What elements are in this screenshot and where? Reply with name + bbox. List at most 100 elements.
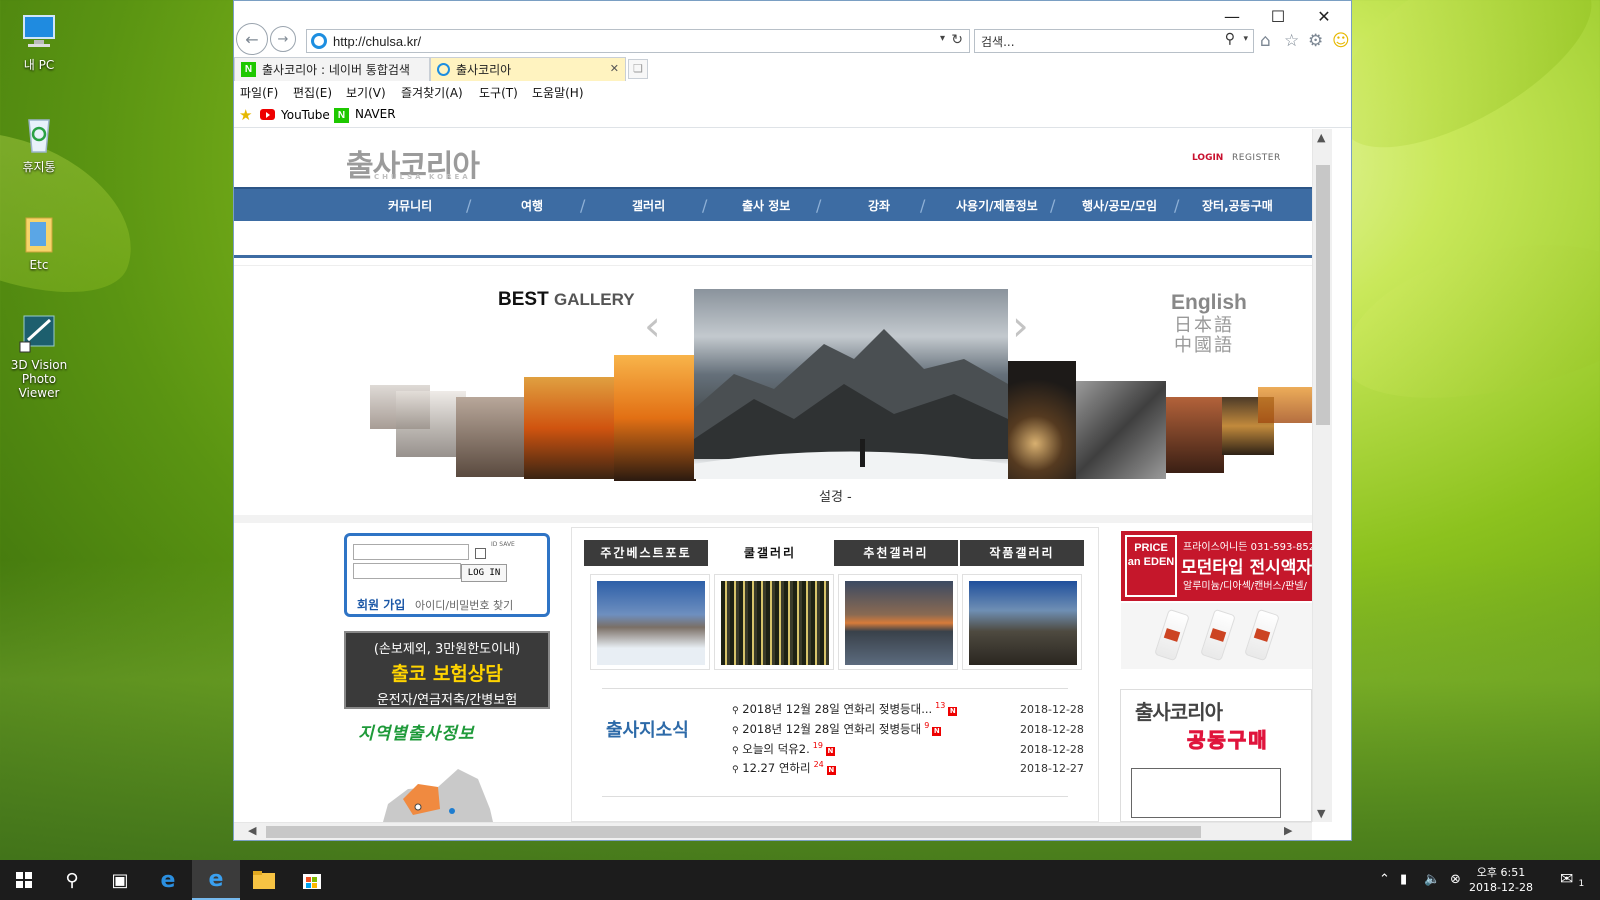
menu-view[interactable]: 보기(V) [346,84,386,101]
news-item[interactable]: ⚲ 2018년 12월 28일 연화리 젖병등대... 13N [732,701,958,717]
minimize-button[interactable]: — [1209,7,1255,31]
insurance-banner[interactable]: (손보제외, 3만원한도이내) 출코 보험상담 운전자/연금저축/간병보험 [344,631,550,709]
address-bar[interactable]: http://chulsa.kr/ ▾ ↻ [306,29,970,53]
register-link[interactable]: REGISTER [1232,153,1281,163]
start-button[interactable] [0,860,48,900]
scroll-up-icon[interactable]: ▲ [1317,131,1325,144]
desktop-icon-3d-vision[interactable]: 3D Vision Photo Viewer [4,312,74,400]
nav-item-travel[interactable]: 여행 [521,197,543,214]
news-section-title[interactable]: 출사지소식 [606,716,689,742]
nav-item-info[interactable]: 출사 정보 [742,197,790,214]
scroll-down-icon[interactable]: ▼ [1317,807,1325,820]
search-icon[interactable]: ⚲ [48,860,96,900]
forward-button[interactable]: → [270,26,296,52]
region-map[interactable] [378,749,498,822]
nav-item-gallery[interactable]: 갤러리 [632,197,665,214]
scroll-right-icon[interactable]: ▶ [1284,824,1292,837]
password-input[interactable] [353,563,461,579]
favorites-star-icon[interactable]: ☆ [1284,31,1299,51]
internet-explorer-icon[interactable]: e [192,860,240,900]
nav-item-community[interactable]: 커뮤니티 [388,197,432,214]
tab-works[interactable]: 작품갤러리 [960,540,1084,566]
task-view-icon[interactable]: ▣ [96,860,144,900]
news-item[interactable]: ⚲ 12.27 연하리 24N [732,760,836,776]
find-account-link[interactable]: 아이디/비밀번호 찾기 [415,597,513,613]
close-button[interactable]: ✕ [1301,7,1347,31]
price-eden-ad[interactable]: PRICE an EDEN 프라이스어니든 031-593-852 모던타입 전… [1121,531,1312,601]
gallery-photo[interactable] [1166,397,1224,473]
group-buy-ad[interactable]: 출사코리아 공동구매 [1120,689,1312,822]
smiley-icon[interactable]: ☺ [1332,31,1350,51]
scroll-thumb[interactable] [266,826,1201,838]
refresh-icon[interactable]: ↻ [951,31,963,48]
scroll-left-icon[interactable]: ◀ [248,824,256,837]
lang-chinese[interactable]: 中國語 [1174,331,1234,357]
search-input[interactable]: 검색... ⚲ ▾ [974,29,1254,53]
join-link[interactable]: 회원 가입 [357,596,405,613]
volume-icon[interactable]: 🔈 [1424,872,1440,887]
tab-chulsa[interactable]: 출사코리아 ✕ [430,57,626,81]
store-icon[interactable] [288,860,336,900]
nav-separator: / [920,196,926,215]
desktop-icon-etc[interactable]: Etc [4,212,74,272]
vertical-scrollbar[interactable]: ▲ ▼ [1312,129,1332,822]
desktop-icon-recycle-bin[interactable]: 휴지통 [4,112,74,175]
favorite-youtube[interactable]: YouTube [260,108,330,122]
back-button[interactable]: ← [236,23,268,55]
new-tab-button[interactable]: ❏ [628,59,648,79]
menu-favorites[interactable]: 즐겨찾기(A) [401,84,463,101]
menu-tools[interactable]: 도구(T) [479,84,518,101]
favorite-naver[interactable]: N NAVER [334,107,396,123]
network-icon[interactable]: ▮ [1400,872,1407,887]
gallery-thumbnail[interactable] [962,574,1082,670]
comment-count: 19 [812,741,823,750]
add-favorite-icon[interactable]: ★ [239,106,252,124]
edge-icon[interactable]: e [144,860,192,900]
gallery-photo-featured[interactable] [694,289,1008,479]
user-id-input[interactable] [353,544,469,560]
system-clock[interactable]: 오후 6:51 2018-12-28 [1466,865,1536,895]
gallery-photo[interactable] [1258,387,1312,423]
gallery-thumbnail[interactable] [714,574,834,670]
home-icon[interactable]: ⌂ [1260,31,1271,51]
menu-file[interactable]: 파일(F) [240,84,278,101]
search-icon[interactable]: ⚲ [1225,31,1235,47]
tab-label: 출사코리아 [456,63,512,77]
horizontal-scrollbar[interactable]: ◀ ▶ [234,822,1312,840]
file-explorer-icon[interactable] [240,860,288,900]
nav-item-review[interactable]: 사용기/제품정보 [956,197,1038,214]
show-hidden-icons[interactable]: ⌃ [1379,872,1390,887]
tab-weekly-best[interactable]: 주간베스트포토 [584,540,708,566]
login-button[interactable]: LOG IN [461,564,507,582]
gear-icon[interactable]: ⚙ [1308,31,1323,51]
news-item[interactable]: ⚲ 오늘의 덕유2. 19N [732,741,835,757]
tab-close-icon[interactable]: ✕ [610,62,619,75]
menu-edit[interactable]: 편집(E) [293,84,332,101]
gallery-thumbnail[interactable] [838,574,958,670]
tab-naver-search[interactable]: N 출사코리아 : 네이버 통합검색 [234,57,430,81]
search-dropdown-icon[interactable]: ▾ [1243,34,1248,44]
carousel-next-icon[interactable]: › [1012,301,1029,350]
nav-item-lecture[interactable]: 강좌 [868,197,890,214]
desktop-icon-my-pc[interactable]: 내 PC [4,10,74,73]
notification-center-icon[interactable]: ✉ 1 [1560,869,1584,889]
gallery-photo[interactable] [1076,381,1166,479]
gallery-thumbnail[interactable] [590,574,710,670]
gallery-photo[interactable] [1008,361,1076,479]
tab-recommended[interactable]: 추천갤러리 [834,540,958,566]
scroll-thumb[interactable] [1316,165,1330,425]
id-save-checkbox[interactable] [475,548,486,559]
news-item[interactable]: ⚲ 2018년 12월 28일 연화리 젖병등대 9N [732,721,942,737]
menu-help[interactable]: 도움말(H) [532,84,584,101]
nav-item-events[interactable]: 행사/공모/모임 [1082,197,1157,214]
status-x-icon[interactable]: ⊗ [1450,872,1461,887]
nav-item-market[interactable]: 장터,공동구매 [1202,197,1273,214]
tab-cool-gallery[interactable]: 쿨갤러리 [708,540,832,566]
login-link[interactable]: LOGIN [1192,153,1223,163]
dropdown-icon[interactable]: ▾ [940,33,945,44]
gallery-photo[interactable] [524,377,616,479]
carousel-prev-icon[interactable]: ‹ [644,301,661,350]
product-ad[interactable] [1121,603,1312,669]
gallery-photo[interactable] [614,355,696,481]
maximize-button[interactable]: ☐ [1255,7,1301,31]
